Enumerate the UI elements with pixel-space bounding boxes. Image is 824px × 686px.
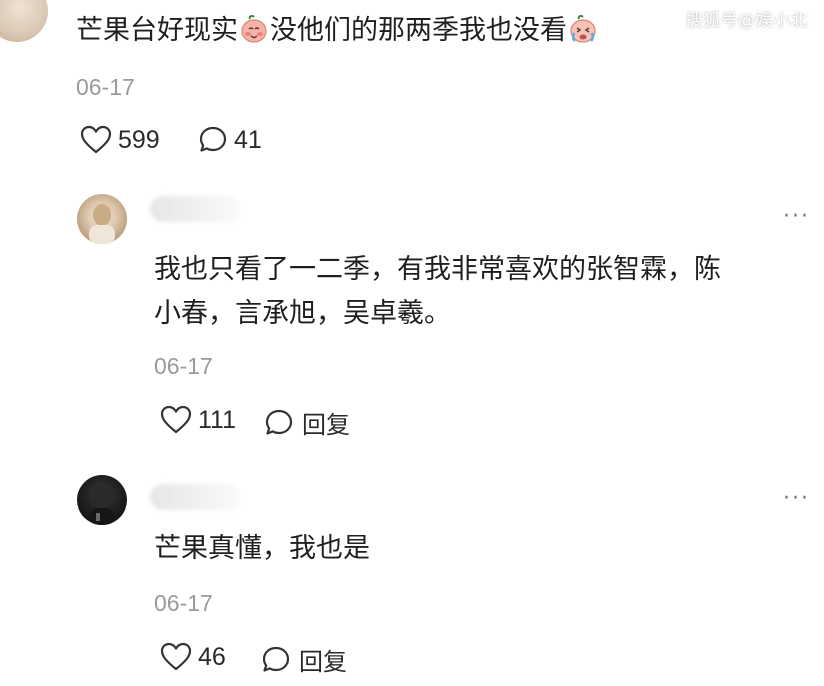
reply-2-avatar[interactable] [77,475,127,525]
top-comment-text-part2: 没他们的那两季我也没看 [270,15,567,46]
reply-1-date: 06-17 [154,353,213,379]
reply-1-more-icon[interactable]: ··· [783,204,810,229]
reply-1-like-count: 111 [198,405,237,434]
top-comment-text: 芒果台好现实 没他们的那两季我也没看 [76,12,599,50]
top-comment-avatar[interactable] [0,0,48,42]
speech-bubble-icon [262,646,290,672]
reply-2-like-button[interactable]: 46 [160,642,226,672]
reply-1-reply-label: 回复 [302,411,350,439]
blushing-face-emoji-icon [241,14,267,43]
top-comment-text-part1: 芒果台好现实 [76,15,238,46]
reply-2-more-icon[interactable]: ··· [783,486,810,511]
reply-1-text-line2: 小春，言承旭，吴卓羲。 [154,298,451,329]
reply-2-reply-label: 回复 [299,648,347,676]
top-comment-like-count: 599 [118,125,160,154]
top-comment-like-button[interactable]: 599 [80,125,160,155]
speech-bubble-icon [265,409,293,435]
top-comment-comment-button[interactable]: 41 [198,125,262,155]
heart-outline-icon [80,125,112,154]
reply-1-text: 我也只看了一二季，有我非常喜欢的张智霖，陈 小春，言承旭，吴卓羲。 [154,248,721,336]
reply-2-username-blurred [150,484,240,510]
reply-1-avatar-image [89,204,115,244]
heart-outline-icon [160,405,192,434]
reply-2-like-count: 46 [198,642,226,671]
reply-2-date: 06-17 [154,590,213,616]
reply-1-text-line1: 我也只看了一二季，有我非常喜欢的张智霖，陈 [154,254,721,285]
reply-2-text: 芒果真懂，我也是 [154,533,370,564]
reply-2-reply-button[interactable]: 回复 [261,642,347,677]
reply-2-avatar-image [90,486,114,525]
crying-face-emoji-icon [570,14,596,43]
reply-1-reply-button[interactable]: 回复 [264,405,350,440]
top-comment-date: 06-17 [76,74,135,100]
top-comment-comment-count: 41 [234,125,262,154]
reply-1-like-button[interactable]: 111 [160,405,236,435]
heart-outline-icon [160,642,192,671]
reply-1-avatar[interactable] [77,194,127,244]
watermark: 搜狐号@娱小北 [685,11,808,31]
speech-bubble-icon [199,126,227,152]
reply-1-username-blurred [150,196,240,222]
